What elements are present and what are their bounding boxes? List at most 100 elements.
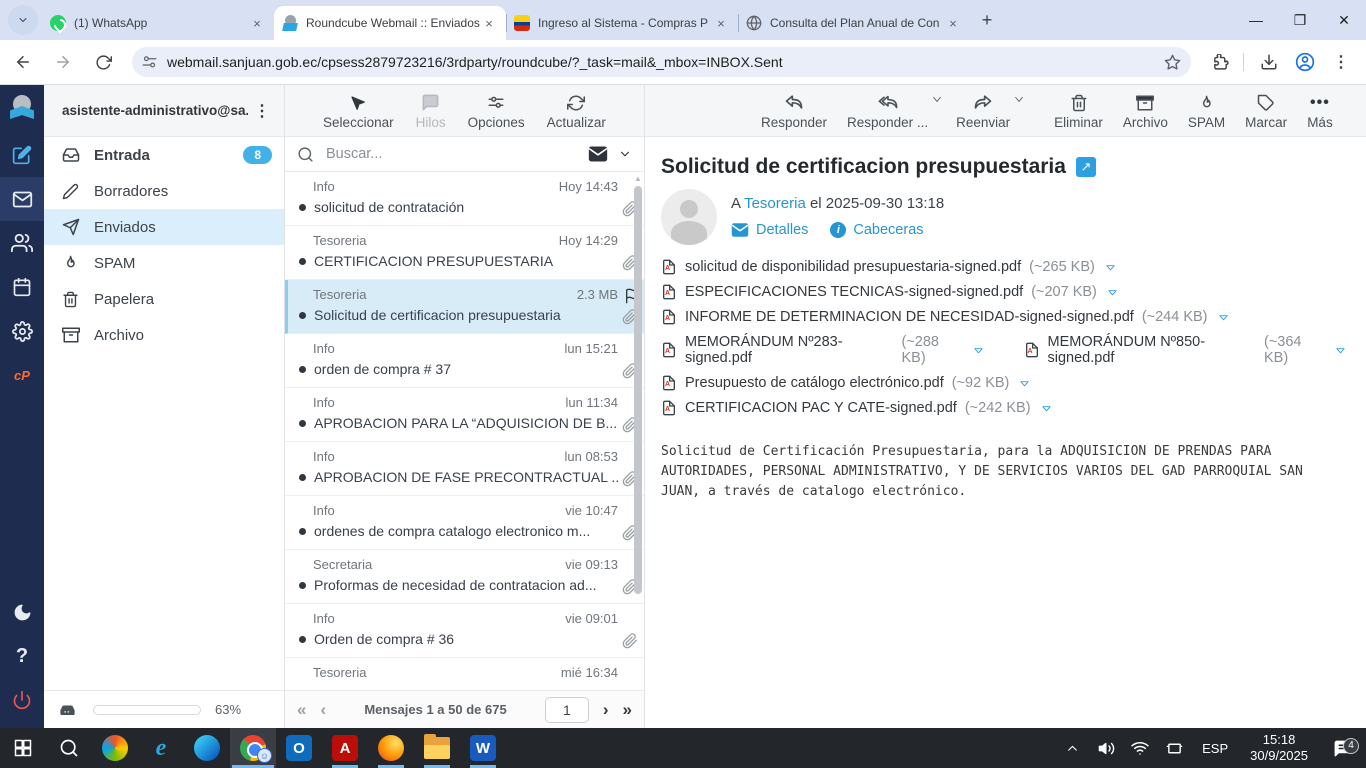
cast-display-icon[interactable]: [1160, 740, 1188, 757]
scroll-up-icon[interactable]: ▲: [633, 174, 643, 183]
delete-button[interactable]: Eliminar: [1048, 90, 1109, 132]
cpanel-button[interactable]: cP: [0, 353, 44, 397]
scrollbar-thumb[interactable]: [634, 186, 642, 594]
volume-icon[interactable]: [1092, 740, 1120, 757]
settings-nav-button[interactable]: [0, 309, 44, 353]
close-icon[interactable]: ×: [248, 14, 266, 32]
close-window-button[interactable]: ✕: [1322, 0, 1366, 40]
message-row[interactable]: Info lun 11:34 APROBACION PARA LA “ADQUIS…: [285, 388, 644, 442]
message-row[interactable]: Secretaria vie 09:13 Proformas de necesid…: [285, 550, 644, 604]
message-row[interactable]: Info vie 09:01 Orden de compra # 36: [285, 604, 644, 658]
first-page-button[interactable]: «: [297, 701, 306, 718]
taskbar-explorer-button[interactable]: [414, 728, 460, 768]
more-button[interactable]: ••• Más: [1301, 90, 1339, 132]
downloads-icon[interactable]: [1252, 45, 1286, 79]
message-row[interactable]: Tesoreria Hoy 14:29 CERTIFICACION PRESUPU…: [285, 226, 644, 280]
tab-consulta-plan[interactable]: Consulta del Plan Anual de Con ×: [738, 6, 970, 40]
prev-page-button[interactable]: ‹: [320, 701, 326, 718]
folder-borradores[interactable]: Borradores: [44, 173, 284, 209]
search-scope[interactable]: [588, 144, 632, 164]
attachment-item[interactable]: A INFORME DE DETERMINACION DE NECESIDAD-…: [661, 309, 1229, 325]
reply-all-button[interactable]: Responder ...: [841, 90, 934, 132]
taskbar-firefox-button[interactable]: [368, 728, 414, 768]
close-icon[interactable]: ×: [712, 14, 730, 32]
forward-button[interactable]: Reenviar: [950, 90, 1016, 132]
attachment-item[interactable]: A ESPECIFICACIONES TECNICAS-signed-signe…: [661, 284, 1118, 300]
restore-button[interactable]: ❐: [1278, 0, 1322, 40]
taskbar-ie-button[interactable]: e: [138, 728, 184, 768]
browser-menu-icon[interactable]: ⋮: [1324, 45, 1358, 79]
taskbar-outlook-button[interactable]: O: [276, 728, 322, 768]
tab-roundcube[interactable]: Roundcube Webmail :: Enviados ×: [274, 6, 506, 40]
profile-avatar[interactable]: [1288, 45, 1322, 79]
folder-archivo[interactable]: Archivo: [44, 317, 284, 353]
message-row[interactable]: Tesoreria mié 16:34: [285, 658, 644, 690]
back-button[interactable]: [6, 45, 40, 79]
help-button[interactable]: ?: [0, 634, 44, 678]
details-link[interactable]: Detalles: [731, 221, 808, 239]
message-row[interactable]: Info vie 10:47 ordenes de compra catalogo…: [285, 496, 644, 550]
message-row[interactable]: Info lun 08:53 APROBACION DE FASE PRECONT…: [285, 442, 644, 496]
open-in-new-window-icon[interactable]: ↗: [1075, 157, 1096, 177]
folder-enviados[interactable]: Enviados: [44, 209, 284, 245]
folder-papelera[interactable]: Papelera: [44, 281, 284, 317]
taskbar-word-button[interactable]: W: [460, 728, 506, 768]
attachment-menu-icon[interactable]: [1335, 345, 1346, 356]
tab-whatsapp[interactable]: (1) WhatsApp ×: [42, 6, 274, 40]
folder-entrada[interactable]: Entrada 8: [44, 137, 284, 173]
taskbar-acrobat-button[interactable]: A: [322, 728, 368, 768]
list-scrollbar[interactable]: ▲ ▼: [633, 174, 643, 690]
mail-nav-button[interactable]: [0, 177, 44, 221]
notification-center-button[interactable]: 4: [1322, 737, 1362, 758]
search-input[interactable]: [326, 146, 588, 162]
taskbar-copilot-button[interactable]: [92, 728, 138, 768]
refresh-button[interactable]: Actualizar: [541, 90, 612, 132]
attachment-menu-icon[interactable]: [1105, 262, 1116, 273]
tab-ingreso-sistema[interactable]: Ingreso al Sistema - Compras P ×: [506, 6, 738, 40]
last-page-button[interactable]: »: [623, 701, 632, 718]
message-row-selected[interactable]: Tesoreria 2.3 MB Solicitud de certificaci…: [285, 280, 644, 334]
forward-button[interactable]: [46, 45, 80, 79]
attachment-item[interactable]: A CERTIFICACION PAC Y CATE-signed.pdf (~…: [661, 400, 1052, 416]
recipient-link[interactable]: Tesoreria: [744, 195, 806, 212]
close-icon[interactable]: ×: [480, 14, 498, 32]
message-row[interactable]: Info Hoy 14:43 solicitud de contratación: [285, 172, 644, 226]
reply-button[interactable]: Responder: [755, 90, 833, 132]
folder-spam[interactable]: SPAM: [44, 245, 284, 281]
minimize-button[interactable]: —: [1234, 0, 1278, 40]
select-button[interactable]: Seleccionar: [317, 90, 400, 132]
dark-mode-button[interactable]: [0, 590, 44, 634]
taskbar-chrome-button[interactable]: ☺: [230, 728, 276, 768]
page-number-input[interactable]: [544, 696, 589, 723]
contacts-nav-button[interactable]: [0, 221, 44, 265]
attachment-item[interactable]: A MEMORÁNDUM Nº283-signed.pdf (~288 KB): [661, 334, 984, 366]
attachment-menu-icon[interactable]: [1041, 403, 1052, 414]
taskbar-edge-button[interactable]: [184, 728, 230, 768]
tab-search-button[interactable]: [8, 5, 38, 35]
attachment-item[interactable]: A Presupuesto de catálogo electrónico.pd…: [661, 375, 1030, 391]
close-icon[interactable]: ×: [944, 14, 962, 32]
hidden-icons-button[interactable]: [1058, 742, 1086, 755]
archive-button[interactable]: Archivo: [1117, 90, 1174, 132]
site-settings-icon[interactable]: [142, 55, 157, 70]
account-menu-icon[interactable]: ⋮: [248, 101, 276, 121]
attachment-item[interactable]: A MEMORÁNDUM Nº850-signed.pdf (~364 KB): [1024, 334, 1347, 366]
next-page-button[interactable]: ›: [603, 701, 609, 718]
compose-button[interactable]: [0, 133, 44, 177]
clock[interactable]: 15:18 30/9/2025: [1242, 732, 1316, 765]
bookmark-star-icon[interactable]: [1164, 54, 1181, 71]
wifi-icon[interactable]: [1126, 739, 1154, 757]
calendar-nav-button[interactable]: [0, 265, 44, 309]
language-indicator[interactable]: ESP: [1194, 741, 1236, 756]
taskbar-search-button[interactable]: [46, 728, 92, 768]
url-text[interactable]: webmail.sanjuan.gob.ec/cpsess2879723216/…: [167, 54, 1164, 70]
new-tab-button[interactable]: +: [974, 7, 1000, 33]
message-row[interactable]: Info lun 15:21 orden de compra # 37: [285, 334, 644, 388]
logout-button[interactable]: [0, 678, 44, 722]
attachment-menu-icon[interactable]: [973, 345, 984, 356]
attachment-menu-icon[interactable]: [1019, 378, 1030, 389]
spam-button[interactable]: SPAM: [1182, 90, 1231, 132]
attachment-menu-icon[interactable]: [1218, 312, 1229, 323]
attachment-menu-icon[interactable]: [1107, 287, 1118, 298]
options-button[interactable]: Opciones: [462, 90, 531, 132]
